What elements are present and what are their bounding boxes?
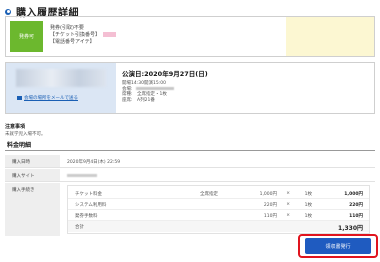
blurred-event-image: [16, 69, 106, 87]
fee-item-times: ×: [286, 202, 290, 207]
event-detail-lines: 開場14:30開演15:00 会場: 席種: 全席指定・1枚 座席: A列21番: [122, 81, 367, 103]
fee-row: 発券手数料 110円 × 1枚 110円: [68, 210, 369, 221]
purchase-date-row: 購入日時 2020年9月4日(木) 22:59: [5, 155, 375, 168]
fee-item-amount: 220円: [349, 203, 363, 208]
receipt-issue-button[interactable]: 領収書発行: [305, 238, 371, 254]
venue-label: 会場:: [122, 86, 133, 92]
circle-bullet-icon: [5, 8, 11, 15]
send-venue-mail-label: 会場の場所をメールで送る: [24, 96, 78, 101]
fee-item-name: システム利用料: [75, 203, 107, 208]
fee-row: システム利用料 220円 × 1枚 220円: [68, 199, 369, 210]
fee-item-qty: 1枚: [304, 192, 312, 197]
send-venue-mail-link[interactable]: 会場の場所をメールで送る: [17, 95, 78, 101]
fee-detail-table: チケット料金 全席指定 1,000円 × 1枚 1,000円 システム利用料 2…: [67, 185, 370, 234]
pickup-line-1: 発券(引取)不要: [50, 25, 84, 31]
event-image-panel: 会場の場所をメールで送る: [6, 63, 116, 113]
purchase-site-row: 購入サイト: [5, 169, 375, 182]
fee-item-name: チケット料金: [75, 192, 102, 197]
fee-item-name: 発券手数料: [75, 214, 98, 219]
status-badge: 発券可: [10, 21, 43, 52]
event-info-box: 会場の場所をメールで送る 公演日:2020年9月27日(日) 開場14:30開演…: [5, 62, 375, 114]
fee-item-price: 220円: [263, 203, 277, 208]
blurred-site-value: [67, 174, 97, 177]
notes-heading: 注意事項: [5, 124, 26, 130]
purchase-procedure-row: 購入手続き チケット料金 全席指定 1,000円 × 1枚 1,000円 システ…: [5, 183, 375, 236]
fee-item-qty: 1枚: [304, 214, 312, 219]
fee-row: チケット料金 全席指定 1,000円 × 1枚 1,000円: [68, 188, 369, 199]
fee-total-amount: 1,330円: [338, 225, 363, 232]
fee-item-qty: 1枚: [304, 203, 312, 208]
event-seat: 座席: A列21番: [122, 97, 155, 103]
fee-total-label: 合計: [75, 225, 84, 230]
event-date: 公演日:2020年9月27日(日): [122, 70, 208, 78]
fee-item-amount: 1,000円: [344, 192, 363, 197]
purchase-site-label: 購入サイト: [5, 169, 60, 181]
purchase-date-label: 購入日時: [5, 155, 60, 167]
fee-item-times: ×: [286, 191, 290, 196]
exchange-number-label: 【チケット引換番号】: [50, 32, 101, 38]
fee-item-kind: 全席指定: [200, 192, 218, 197]
fee-item-amount: 110円: [349, 214, 363, 219]
ticket-status-box: 発券可 発券(引取)不要 【チケット引換番号】 【電話番号アイテ】: [5, 16, 375, 57]
fee-item-price: 110円: [263, 214, 277, 219]
redacted-number: [103, 32, 117, 37]
fee-heading: 料金明細: [5, 140, 375, 151]
blurred-venue: [135, 86, 174, 90]
fee-item-times: ×: [286, 213, 290, 218]
mail-icon: [17, 96, 22, 100]
pickup-line-3: 【電話番号アイテ】: [50, 39, 95, 45]
notes-text: 未就学児入場不可。: [5, 132, 46, 137]
event-details: 公演日:2020年9月27日(日) 開場14:30開演15:00 会場: 席種:…: [122, 68, 367, 103]
fee-item-price: 1,000円: [259, 192, 277, 197]
purchase-date-value: 2020年9月4日(木) 22:59: [67, 160, 121, 165]
purchase-procedure-label: 購入手続き: [5, 183, 60, 236]
ticket-pickup-info: 発券(引取)不要 【チケット引換番号】 【電話番号アイテ】: [50, 25, 117, 46]
pickup-line-2: 【チケット引換番号】: [50, 32, 117, 39]
notice-highlight-panel: [286, 17, 374, 56]
fee-total-row: 合計 1,330円: [68, 221, 369, 232]
